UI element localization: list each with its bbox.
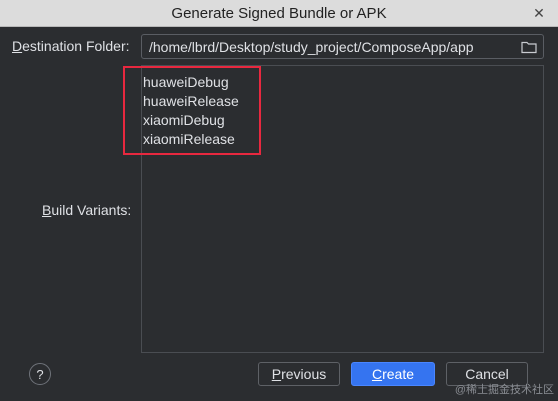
destination-label-text: estination Folder: [22, 38, 130, 54]
build-variants-label: Build Variants: [42, 202, 131, 218]
previous-button[interactable]: Previous [258, 362, 340, 386]
watermark: @稀土掘金技术社区 [454, 384, 554, 396]
list-item[interactable]: xiaomiRelease [143, 131, 235, 147]
close-icon: ✕ [533, 4, 545, 21]
list-item[interactable]: xiaomiDebug [143, 112, 225, 128]
build-variants-label-text: uild Variants: [51, 202, 132, 218]
previous-label: revious [281, 366, 327, 382]
window-title: Generate Signed Bundle or APK [171, 4, 387, 22]
build-variants-label-mnemonic: B [42, 202, 52, 218]
destination-folder-label: Destination Folder: [12, 38, 130, 54]
cancel-label: Cancel [465, 366, 509, 382]
build-variants-list[interactable]: huaweiDebug huaweiRelease xiaomiDebug xi… [141, 65, 544, 353]
create-label: reate [382, 366, 415, 382]
help-icon: ? [36, 366, 44, 382]
help-button[interactable]: ? [29, 363, 51, 385]
previous-mnemonic: P [271, 366, 282, 382]
close-button[interactable]: ✕ [530, 4, 548, 22]
window-titlebar: Generate Signed Bundle or APK ✕ [0, 0, 558, 27]
list-item[interactable]: huaweiRelease [143, 93, 239, 109]
destination-label-mnemonic: D [12, 38, 23, 54]
list-item[interactable]: huaweiDebug [143, 74, 229, 90]
create-button[interactable]: Create [351, 362, 435, 386]
create-mnemonic: C [371, 366, 383, 382]
destination-path-value[interactable]: /home/lbrd/Desktop/study_project/Compose… [149, 39, 514, 55]
folder-icon[interactable] [514, 35, 543, 58]
destination-folder-field[interactable]: /home/lbrd/Desktop/study_project/Compose… [141, 34, 544, 59]
